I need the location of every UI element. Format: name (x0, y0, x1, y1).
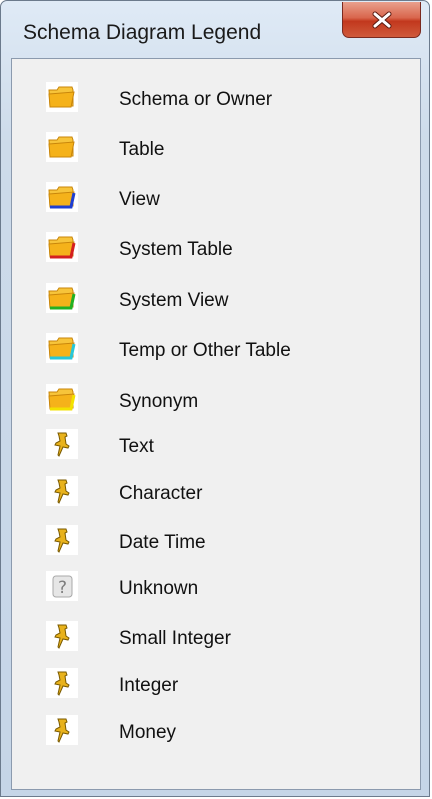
folder-system-table-icon (46, 232, 78, 262)
pushpin-icon (46, 715, 78, 745)
question-icon: ? (46, 571, 78, 601)
legend-item: ? Unknown (12, 565, 420, 611)
pushpin-icon (46, 429, 78, 459)
pushpin-icon (46, 668, 78, 698)
window-title: Schema Diagram Legend (23, 21, 262, 44)
svg-text:?: ? (58, 578, 67, 598)
legend-item-label: Unknown (119, 578, 199, 599)
legend-item-label: Integer (119, 675, 179, 696)
legend-item: Integer (12, 662, 420, 708)
legend-item-label: Temp or Other Table (119, 340, 291, 361)
legend-item: Character (12, 470, 420, 516)
legend-item: View (12, 176, 420, 222)
folder-system-view-icon (46, 283, 78, 313)
pushpin-icon (46, 525, 78, 555)
legend-item-label: Table (119, 139, 165, 160)
legend-list: Schema or Owner Table View System Table Syst… (12, 59, 420, 789)
legend-item: Date Time (12, 519, 420, 565)
legend-item: Table (12, 126, 420, 172)
legend-item: Money (12, 709, 420, 755)
close-icon (372, 11, 391, 28)
legend-window: Schema Diagram Legend Schema or Owner Tab… (0, 0, 430, 797)
legend-item-label: Synonym (119, 391, 199, 412)
legend-item-label: Small Integer (119, 628, 231, 649)
legend-item-label: View (119, 189, 160, 210)
legend-item: System View (12, 277, 420, 323)
folder-synonym-icon (46, 384, 78, 414)
legend-panel: Schema or Owner Table View System Table Syst… (11, 58, 421, 790)
legend-item-label: Date Time (119, 532, 206, 553)
pushpin-icon (46, 476, 78, 506)
legend-item: Small Integer (12, 615, 420, 661)
legend-item-label: Text (119, 436, 154, 457)
legend-item-label: System Table (119, 239, 233, 260)
folder-view-icon (46, 182, 78, 212)
legend-item-label: Character (119, 483, 203, 504)
legend-item: Temp or Other Table (12, 327, 420, 373)
legend-item-label: System View (119, 290, 229, 311)
legend-item: Synonym (12, 378, 420, 424)
folder-icon (46, 132, 78, 162)
folder-icon (46, 82, 78, 112)
legend-item: Text (12, 423, 420, 469)
folder-temp-icon (46, 333, 78, 363)
legend-item-label: Money (119, 722, 177, 743)
legend-item: Schema or Owner (12, 76, 420, 122)
legend-item-label: Schema or Owner (119, 89, 273, 110)
legend-item: System Table (12, 226, 420, 272)
title-bar[interactable]: Schema Diagram Legend (1, 1, 429, 59)
pushpin-icon (46, 621, 78, 651)
close-button[interactable] (342, 2, 421, 38)
